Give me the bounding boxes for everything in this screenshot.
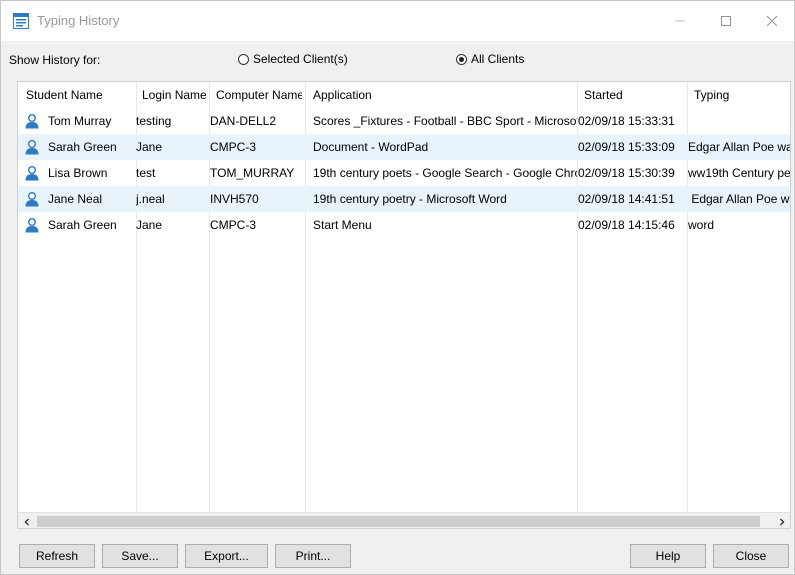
login-name-cell: Jane (136, 218, 163, 232)
chevron-left-icon (24, 518, 29, 525)
student-user-icon (25, 140, 39, 155)
radio-checked-icon (456, 53, 467, 65)
all-clients-label: All Clients (471, 52, 525, 66)
selected-clients-label: Selected Client(s) (253, 52, 348, 66)
started-cell: 02/09/18 14:41:51 (578, 192, 675, 206)
application-cell: Scores _Fixtures - Football - BBC Sport … (313, 114, 577, 128)
column-header-started[interactable]: Started (584, 82, 684, 108)
minimize-button[interactable] (657, 1, 703, 41)
scroll-thumb[interactable] (37, 516, 760, 527)
column-header-computer-name[interactable]: Computer Name (216, 82, 302, 108)
export-button[interactable]: Export... (185, 544, 268, 568)
horizontal-scrollbar[interactable] (18, 512, 790, 528)
close-window-button[interactable] (749, 1, 795, 41)
scroll-left-button[interactable] (18, 513, 35, 528)
student-user-icon (25, 166, 39, 181)
typing-cell: word (688, 218, 715, 232)
computer-name-cell: DAN-DELL2 (210, 114, 277, 128)
chevron-right-icon (779, 518, 784, 525)
student-name-cell: Lisa Brown (48, 166, 108, 180)
selected-clients-radio[interactable]: Selected Client(s) (238, 52, 348, 66)
column-header-application[interactable]: Application (313, 82, 573, 108)
table-header: Student Name Login Name Computer Name Ap… (18, 82, 790, 108)
close-icon (767, 16, 777, 26)
application-cell: Document - WordPad (313, 140, 429, 154)
filter-row: Show History for: Selected Client(s) All… (1, 41, 794, 77)
table-row[interactable]: Sarah Green Jane CMPC-3 Start Menu 02/09… (18, 212, 790, 238)
scroll-right-button[interactable] (773, 513, 790, 528)
computer-name-cell: CMPC-3 (210, 140, 257, 154)
typing-history-icon (13, 13, 29, 29)
radio-unchecked-icon (238, 53, 249, 65)
typing-cell: ww19th Century peo (688, 166, 791, 180)
title-bar: Typing History (1, 1, 794, 41)
print-button[interactable]: Print... (275, 544, 351, 568)
show-history-label: Show History for: (9, 53, 101, 67)
typing-history-table[interactable]: Student Name Login Name Computer Name Ap… (17, 81, 791, 529)
typing-history-window: Typing History Show History for: Selecte… (0, 0, 795, 575)
login-name-cell: testing (136, 114, 172, 128)
maximize-button[interactable] (703, 1, 749, 41)
student-user-icon (25, 114, 39, 129)
computer-name-cell: INVH570 (210, 192, 259, 206)
table-row[interactable]: Lisa Brown test TOM_MURRAY 19th century … (18, 160, 790, 186)
login-name-cell: test (136, 166, 156, 180)
student-name-cell: Tom Murray (48, 114, 112, 128)
computer-name-cell: TOM_MURRAY (210, 166, 295, 180)
maximize-icon (721, 16, 731, 26)
started-cell: 02/09/18 15:30:39 (578, 166, 675, 180)
table-row[interactable]: Sarah Green Jane CMPC-3 Document - WordP… (18, 134, 790, 160)
refresh-button[interactable]: Refresh (19, 544, 95, 568)
login-name-cell: j.neal (136, 192, 165, 206)
typing-cell (688, 108, 790, 134)
student-name-cell: Sarah Green (48, 218, 117, 232)
table-row[interactable]: Jane Neal j.neal INVH570 19th century po… (18, 186, 790, 212)
started-cell: 02/09/18 15:33:09 (578, 140, 675, 154)
computer-name-cell: CMPC-3 (210, 218, 257, 232)
all-clients-radio[interactable]: All Clients (456, 52, 524, 66)
typing-cell: Edgar Allan Poe was (688, 140, 791, 154)
started-cell: 02/09/18 14:15:46 (578, 218, 675, 232)
column-header-student-name[interactable]: Student Name (26, 82, 131, 108)
application-cell: 19th century poetry - Microsoft Word (313, 192, 507, 206)
login-name-cell: Jane (136, 140, 163, 154)
student-name-cell: Sarah Green (48, 140, 117, 154)
student-name-cell: Jane Neal (48, 192, 103, 206)
student-user-icon (25, 218, 39, 233)
close-button[interactable]: Close (713, 544, 789, 568)
minimize-icon (675, 20, 685, 22)
application-cell: 19th century poets - Google Search - Goo… (313, 166, 577, 180)
student-user-icon (25, 192, 39, 207)
application-cell: Start Menu (313, 218, 372, 232)
typing-cell: Edgar Allan Poe wa (688, 192, 791, 206)
save-button[interactable]: Save... (102, 544, 178, 568)
column-header-typing[interactable]: Typing (694, 82, 790, 108)
column-header-login-name[interactable]: Login Name (142, 82, 206, 108)
window-title: Typing History (37, 13, 120, 28)
started-cell: 02/09/18 15:33:31 (578, 114, 675, 128)
table-row[interactable]: Tom Murray testing DAN-DELL2 Scores _Fix… (18, 108, 790, 134)
help-button[interactable]: Help (630, 544, 706, 568)
